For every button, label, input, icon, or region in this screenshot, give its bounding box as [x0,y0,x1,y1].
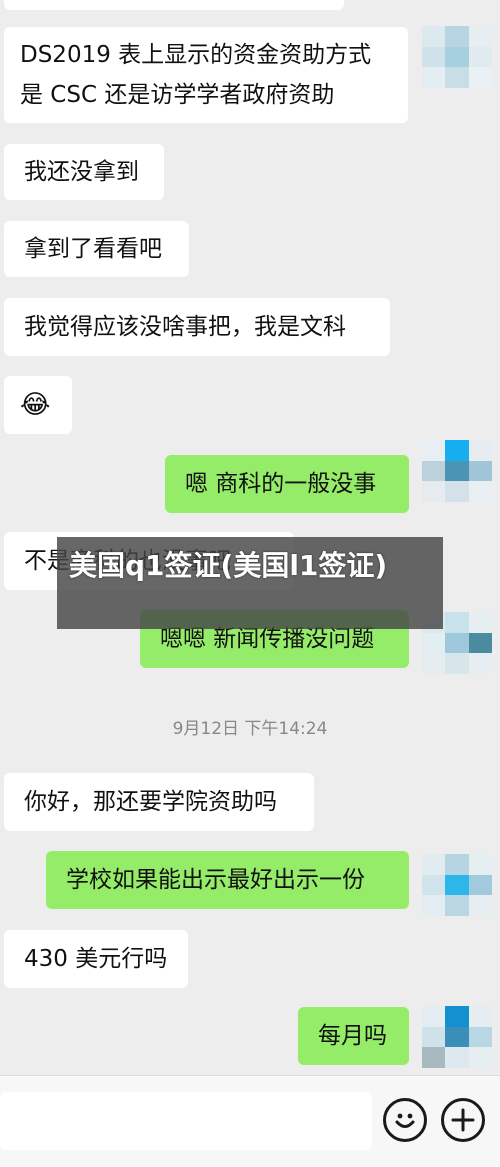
avatar[interactable] [422,440,492,502]
chat-message-left[interactable]: 430 美元行吗 [4,930,188,988]
message-text: 每月吗 [318,1023,387,1049]
add-button[interactable] [441,1098,485,1142]
chat-message-right[interactable]: 嗯 商科的一般没事 [165,455,409,513]
message-text: 430 美元行吗 [24,946,168,972]
message-text: 学校如果能出示最好出示一份 [66,867,365,893]
message-text: 我觉得应该没啥事把，我是文科 [24,314,346,340]
message-input[interactable] [0,1092,372,1150]
overlay-title: 美国q1签证(美国l1签证) [57,537,443,629]
chat-message-left[interactable]: 我还没拿到 [4,144,164,200]
avatar[interactable] [422,1006,492,1068]
emoji-button[interactable] [383,1098,427,1142]
chat-message-left[interactable]: DS2019 表上显示的资金资助方式 是 CSC 还是访学学者政府资助 [4,27,408,123]
plus-icon [451,1108,475,1132]
partial-message-top [4,0,344,10]
chat-timestamp: 9月12日 下午14:24 [172,719,328,739]
message-text: 你好，那还要学院资助吗 [24,789,277,815]
chat-message-left[interactable]: 😂 [4,376,72,434]
message-text: 拿到了看看吧 [24,236,162,262]
smiley-icon [395,1113,415,1128]
chat-message-left[interactable]: 你好，那还要学院资助吗 [4,773,314,831]
message-text: 是 CSC 还是访学学者政府资助 [20,82,335,108]
chat-message-left[interactable]: 拿到了看看吧 [4,221,189,277]
chat-message-left[interactable]: 我觉得应该没啥事把，我是文科 [4,298,390,356]
input-bar [0,1075,500,1167]
chat-message-right[interactable]: 每月吗 [298,1007,409,1065]
laughing-emoji-icon: 😂 [20,390,51,420]
message-text: DS2019 表上显示的资金资助方式 [20,42,372,68]
message-text: 我还没拿到 [24,159,139,185]
avatar[interactable] [422,854,492,916]
message-text: 嗯 商科的一般没事 [185,471,377,497]
chat-message-right[interactable]: 学校如果能出示最好出示一份 [46,851,409,909]
avatar[interactable] [422,26,492,88]
